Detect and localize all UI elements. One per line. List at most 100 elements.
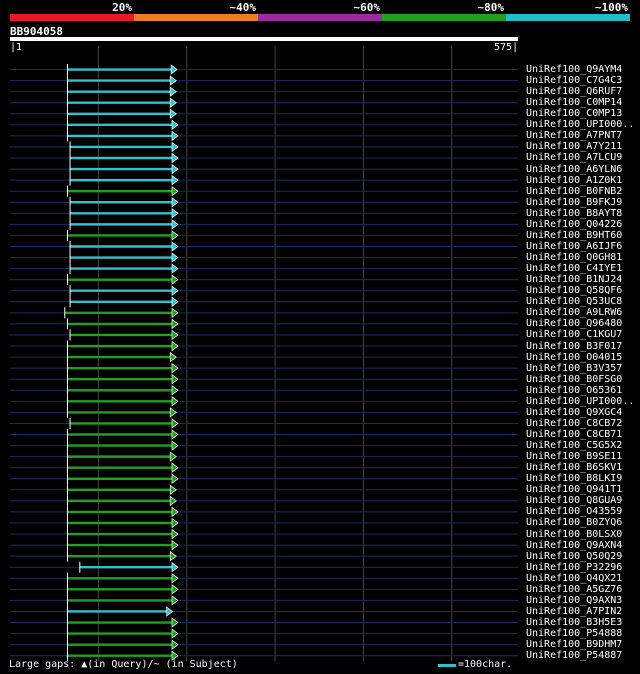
hit-end-arrow bbox=[171, 219, 179, 230]
hit-name[interactable]: UniRef100_P54888 bbox=[526, 628, 622, 639]
hit-name[interactable]: UniRef100_Q9XGC4 bbox=[526, 407, 622, 418]
hit-name[interactable]: UniRef100_B6SKV1 bbox=[526, 462, 622, 473]
hit-end-arrow bbox=[166, 606, 174, 617]
hit-name[interactable]: UniRef100_Q4QX21 bbox=[526, 573, 622, 584]
hit-name[interactable]: UniRef100_Q96480 bbox=[526, 318, 622, 329]
hit-name[interactable]: UniRef100_B3V357 bbox=[526, 363, 622, 374]
hit-name[interactable]: UniRef100_A5GZ76 bbox=[526, 584, 622, 595]
hit-end-arrow bbox=[169, 451, 177, 462]
hit-name[interactable]: UniRef100_C0MP14 bbox=[526, 97, 622, 108]
hit-end-arrow bbox=[171, 185, 179, 197]
hit-name[interactable]: UniRef100_A6YLN6 bbox=[526, 164, 622, 175]
hit-end-arrow bbox=[170, 64, 178, 75]
hit-name[interactable]: UniRef100_B9FKJ9 bbox=[526, 197, 622, 208]
hit-end-arrow bbox=[171, 639, 179, 650]
hit-end-arrow bbox=[171, 318, 179, 330]
hit-end-arrow bbox=[171, 595, 179, 606]
hit-name[interactable]: UniRef100_A7Y211 bbox=[526, 141, 622, 152]
hit-end-arrow bbox=[171, 539, 179, 551]
hit-name[interactable]: UniRef100_C4IYE1 bbox=[526, 263, 622, 274]
hit-name[interactable]: UniRef100_Q0GH81 bbox=[526, 252, 622, 263]
hit-name[interactable]: UniRef100_O43559 bbox=[526, 506, 622, 517]
hit-end-arrow bbox=[171, 573, 179, 584]
hit-end-arrow bbox=[169, 550, 177, 562]
hit-end-arrow bbox=[171, 197, 179, 208]
hit-name[interactable]: UniRef100_O65361 bbox=[526, 385, 622, 396]
hit-end-arrow bbox=[171, 517, 179, 529]
hit-name[interactable]: UniRef100_Q8GUA9 bbox=[526, 495, 622, 506]
hit-name[interactable]: UniRef100_P32296 bbox=[526, 562, 622, 573]
hit-end-arrow bbox=[171, 562, 179, 573]
hit-end-arrow bbox=[169, 75, 177, 86]
hit-end-arrow bbox=[171, 285, 179, 296]
hit-end-arrow bbox=[171, 307, 179, 319]
hit-end-arrow bbox=[171, 252, 179, 263]
hit-end-arrow bbox=[171, 396, 179, 407]
hit-end-arrow bbox=[171, 374, 179, 385]
hit-end-arrow bbox=[169, 351, 177, 363]
hit-end-arrow bbox=[171, 440, 179, 451]
hit-end-arrow bbox=[171, 119, 179, 131]
hit-end-arrow bbox=[169, 484, 177, 496]
hit-name[interactable]: UniRef100_A7PNT7 bbox=[526, 130, 622, 141]
hit-name[interactable]: UniRef100_B0LSX0 bbox=[526, 529, 622, 540]
hit-name[interactable]: UniRef100_B3F017 bbox=[526, 341, 622, 352]
hit-name[interactable]: UniRef100_Q6RUF7 bbox=[526, 86, 622, 97]
hit-name[interactable]: UniRef100_B0ZYQ6 bbox=[526, 517, 622, 528]
hit-name[interactable]: UniRef100_Q9AXN4 bbox=[526, 540, 622, 551]
hit-name[interactable]: UniRef100_P54887 bbox=[526, 650, 622, 661]
hit-name[interactable]: UniRef100_B9DHM7 bbox=[526, 639, 622, 650]
hit-name[interactable]: UniRef100_A1Z0K1 bbox=[526, 175, 622, 186]
hit-name[interactable]: UniRef100_B9HT60 bbox=[526, 230, 622, 241]
hit-end-arrow bbox=[171, 130, 179, 142]
hit-end-arrow bbox=[171, 241, 179, 252]
hit-name[interactable]: UniRef100_A6IJF6 bbox=[526, 241, 622, 252]
hit-name[interactable]: UniRef100_UPI000.. bbox=[526, 119, 634, 130]
hit-end-arrow bbox=[171, 208, 179, 219]
hit-name[interactable]: UniRef100_Q9AYM4 bbox=[526, 64, 622, 75]
hit-name[interactable]: UniRef100_A9LRW6 bbox=[526, 307, 622, 318]
hit-name[interactable]: UniRef100_UPI000.. bbox=[526, 396, 634, 407]
hit-name[interactable]: UniRef100_C5G5X2 bbox=[526, 440, 622, 451]
hit-end-arrow bbox=[171, 584, 179, 595]
hit-end-arrow bbox=[169, 495, 177, 507]
hit-name[interactable]: UniRef100_B9SE11 bbox=[526, 451, 622, 462]
hit-end-arrow bbox=[171, 506, 179, 518]
hit-name[interactable]: UniRef100_Q58QF6 bbox=[526, 285, 622, 296]
hit-name[interactable]: UniRef100_Q9AXN3 bbox=[526, 595, 622, 606]
hit-end-arrow bbox=[169, 407, 177, 418]
hit-name[interactable]: UniRef100_C8CB72 bbox=[526, 418, 622, 429]
hit-end-arrow bbox=[171, 296, 179, 307]
hit-end-arrow bbox=[171, 528, 179, 540]
hit-end-arrow bbox=[171, 141, 179, 153]
hit-end-arrow bbox=[171, 230, 179, 241]
large-gaps-legend: Large gaps: ▲(in Query)/~ (in Subject) bbox=[9, 659, 238, 670]
hit-end-arrow bbox=[169, 97, 177, 108]
hit-name[interactable]: UniRef100_Q941T1 bbox=[526, 484, 622, 495]
hit-name[interactable]: UniRef100_A7PIN2 bbox=[526, 606, 622, 617]
hit-name[interactable]: UniRef100_B3H5E3 bbox=[526, 617, 622, 628]
hit-end-arrow bbox=[169, 108, 177, 119]
hit-name[interactable]: UniRef100_B0FNB2 bbox=[526, 186, 622, 197]
hit-name[interactable]: UniRef100_B8AYT8 bbox=[526, 208, 622, 219]
hit-end-arrow bbox=[171, 274, 179, 285]
hit-end-arrow bbox=[171, 362, 179, 374]
hit-end-arrow bbox=[171, 163, 179, 175]
hit-name[interactable]: UniRef100_Q53UC8 bbox=[526, 296, 622, 307]
hit-name[interactable]: UniRef100_C7G4C3 bbox=[526, 75, 622, 86]
hit-name[interactable]: UniRef100_Q04226 bbox=[526, 219, 622, 230]
hit-end-arrow bbox=[171, 617, 179, 628]
hit-name[interactable]: UniRef100_B8LKI9 bbox=[526, 473, 622, 484]
hit-name[interactable]: UniRef100_B0FSG0 bbox=[526, 374, 622, 385]
hit-name[interactable]: UniRef100_C8CB71 bbox=[526, 429, 622, 440]
hit-name[interactable]: UniRef100_C1KGU7 bbox=[526, 329, 622, 340]
hit-name[interactable]: UniRef100_B1NJ24 bbox=[526, 274, 622, 285]
hit-name[interactable]: UniRef100_C0MP13 bbox=[526, 108, 622, 119]
hit-end-arrow bbox=[171, 385, 179, 396]
hit-name[interactable]: UniRef100_Q50Q29 bbox=[526, 551, 622, 562]
hit-end-arrow bbox=[171, 429, 179, 440]
hit-end-arrow bbox=[171, 152, 179, 164]
hit-name[interactable]: UniRef100_O04015 bbox=[526, 352, 622, 363]
hit-name[interactable]: UniRef100_A7LCU9 bbox=[526, 152, 622, 163]
hit-end-arrow bbox=[171, 174, 179, 186]
